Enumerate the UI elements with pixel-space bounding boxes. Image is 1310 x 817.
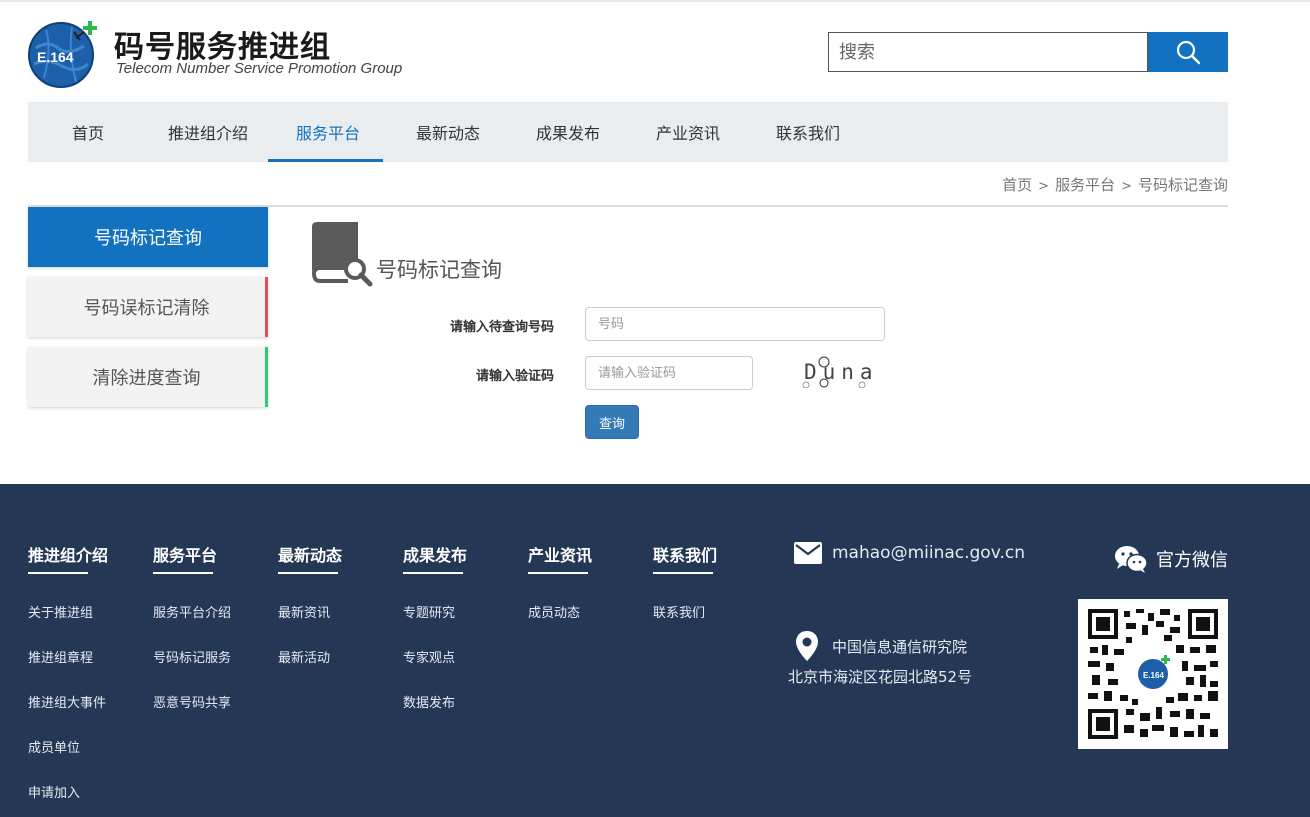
footer-column-service: 服务平台 服务平台介绍 号码标记服务 恶意号码共享 [153,542,231,711]
footer-address: 北京市海淀区花园北路52号 [788,668,973,686]
logo-globe-icon: E.164 [28,21,97,88]
wechat-label: 官方微信 [1156,550,1228,571]
nav-item-about[interactable]: 推进组介绍 [148,102,268,162]
footer-link[interactable]: 专题研究 [403,602,463,621]
footer-column-contact: 联系我们 联系我们 [653,542,717,621]
number-field-label: 请输入待查询号码 [449,320,554,335]
search-input[interactable] [828,32,1148,72]
qr-badge-text: E.164 [1143,671,1164,680]
nav-item-news[interactable]: 最新动态 [388,102,508,162]
footer-link[interactable]: 申请加入 [28,782,106,801]
sidebar-item-number-mark-query[interactable]: 号码标记查询 [28,207,268,267]
page-title: 号码标记查询 [376,258,502,282]
main-nav: 首页 推进组介绍 服务平台 最新动态 成果发布 产业资讯 联系我们 [28,102,1228,162]
captcha-input[interactable] [585,356,753,390]
book-search-icon [308,221,374,287]
mail-icon [794,542,822,564]
captcha-image[interactable]: Duna [790,354,890,388]
footer-column-about: 推进组介绍 关于推进组 推进组章程 推进组大事件 成员单位 申请加入 [28,542,108,801]
breadcrumb-separator: > [1121,179,1132,194]
footer-email[interactable]: mahao@miinac.gov.cn [794,542,1025,564]
footer-link[interactable]: 号码标记服务 [153,647,231,666]
nav-item-service-platform[interactable]: 服务平台 [268,102,388,162]
captcha-field-label: 请输入验证码 [475,369,554,384]
nav-item-results[interactable]: 成果发布 [508,102,628,162]
logo-badge-text: E.164 [37,49,74,65]
number-input[interactable] [585,307,885,341]
search-button[interactable] [1148,32,1228,72]
site-footer: 推进组介绍 关于推进组 推进组章程 推进组大事件 成员单位 申请加入 服务平台 … [0,484,1310,817]
footer-column-industry: 产业资讯 成员动态 [528,542,592,621]
breadcrumb-separator: > [1038,179,1050,194]
sidebar-item-mark-clear[interactable]: 号码误标记清除 [28,277,268,337]
footer-column-title: 最新动态 [278,542,342,574]
breadcrumb-home[interactable]: 首页 [1002,176,1032,194]
footer-column-title: 联系我们 [653,542,717,574]
wechat-qr-code: E.164 [1078,599,1228,749]
footer-column-news: 最新动态 最新资讯 最新活动 [278,542,342,666]
footer-link[interactable]: 服务平台介绍 [153,602,231,621]
footer-column-title: 产业资讯 [528,542,592,574]
search-box [828,32,1228,72]
site-header: E.164 码号服务推进组 Telecom Number Service Pro… [0,0,1310,102]
breadcrumb-current: 号码标记查询 [1137,176,1228,194]
nav-item-home[interactable]: 首页 [28,102,148,162]
footer-organization: 中国信息通信研究院 [832,638,968,656]
footer-link[interactable]: 推进组章程 [28,647,106,666]
footer-link[interactable]: 数据发布 [403,692,463,711]
location-pin-icon [796,631,818,665]
footer-link[interactable]: 联系我们 [653,602,713,621]
nav-item-contact[interactable]: 联系我们 [748,102,868,162]
footer-column-title: 成果发布 [403,542,467,574]
footer-wechat: 官方微信 [1114,544,1228,574]
nav-item-industry[interactable]: 产业资讯 [628,102,748,162]
e164-logo[interactable]: E.164 [28,18,98,88]
query-button[interactable]: 查询 [585,405,639,439]
qr-code-image: E.164 [1086,607,1220,741]
footer-column-results: 成果发布 专题研究 专家观点 数据发布 [403,542,467,711]
search-icon [1176,40,1201,65]
footer-link[interactable]: 专家观点 [403,647,463,666]
breadcrumb: 首页 > 服务平台 > 号码标记查询 [1002,174,1228,195]
footer-column-title: 服务平台 [153,542,217,574]
captcha-text: Duna [804,360,879,384]
sidebar-item-clear-progress[interactable]: 清除进度查询 [28,347,268,407]
footer-link[interactable]: 最新资讯 [278,602,338,621]
breadcrumb-section[interactable]: 服务平台 [1055,176,1115,194]
footer-link[interactable]: 推进组大事件 [28,692,106,711]
footer-link[interactable]: 成员动态 [528,602,588,621]
footer-link[interactable]: 恶意号码共享 [153,692,231,711]
footer-link[interactable]: 成员单位 [28,737,106,756]
footer-column-title: 推进组介绍 [28,542,108,574]
wechat-icon [1115,546,1148,573]
footer-email-address: mahao@miinac.gov.cn [832,543,1025,563]
site-subtitle: Telecom Number Service Promotion Group [116,60,403,77]
footer-link[interactable]: 关于推进组 [28,602,106,621]
footer-link[interactable]: 最新活动 [278,647,338,666]
